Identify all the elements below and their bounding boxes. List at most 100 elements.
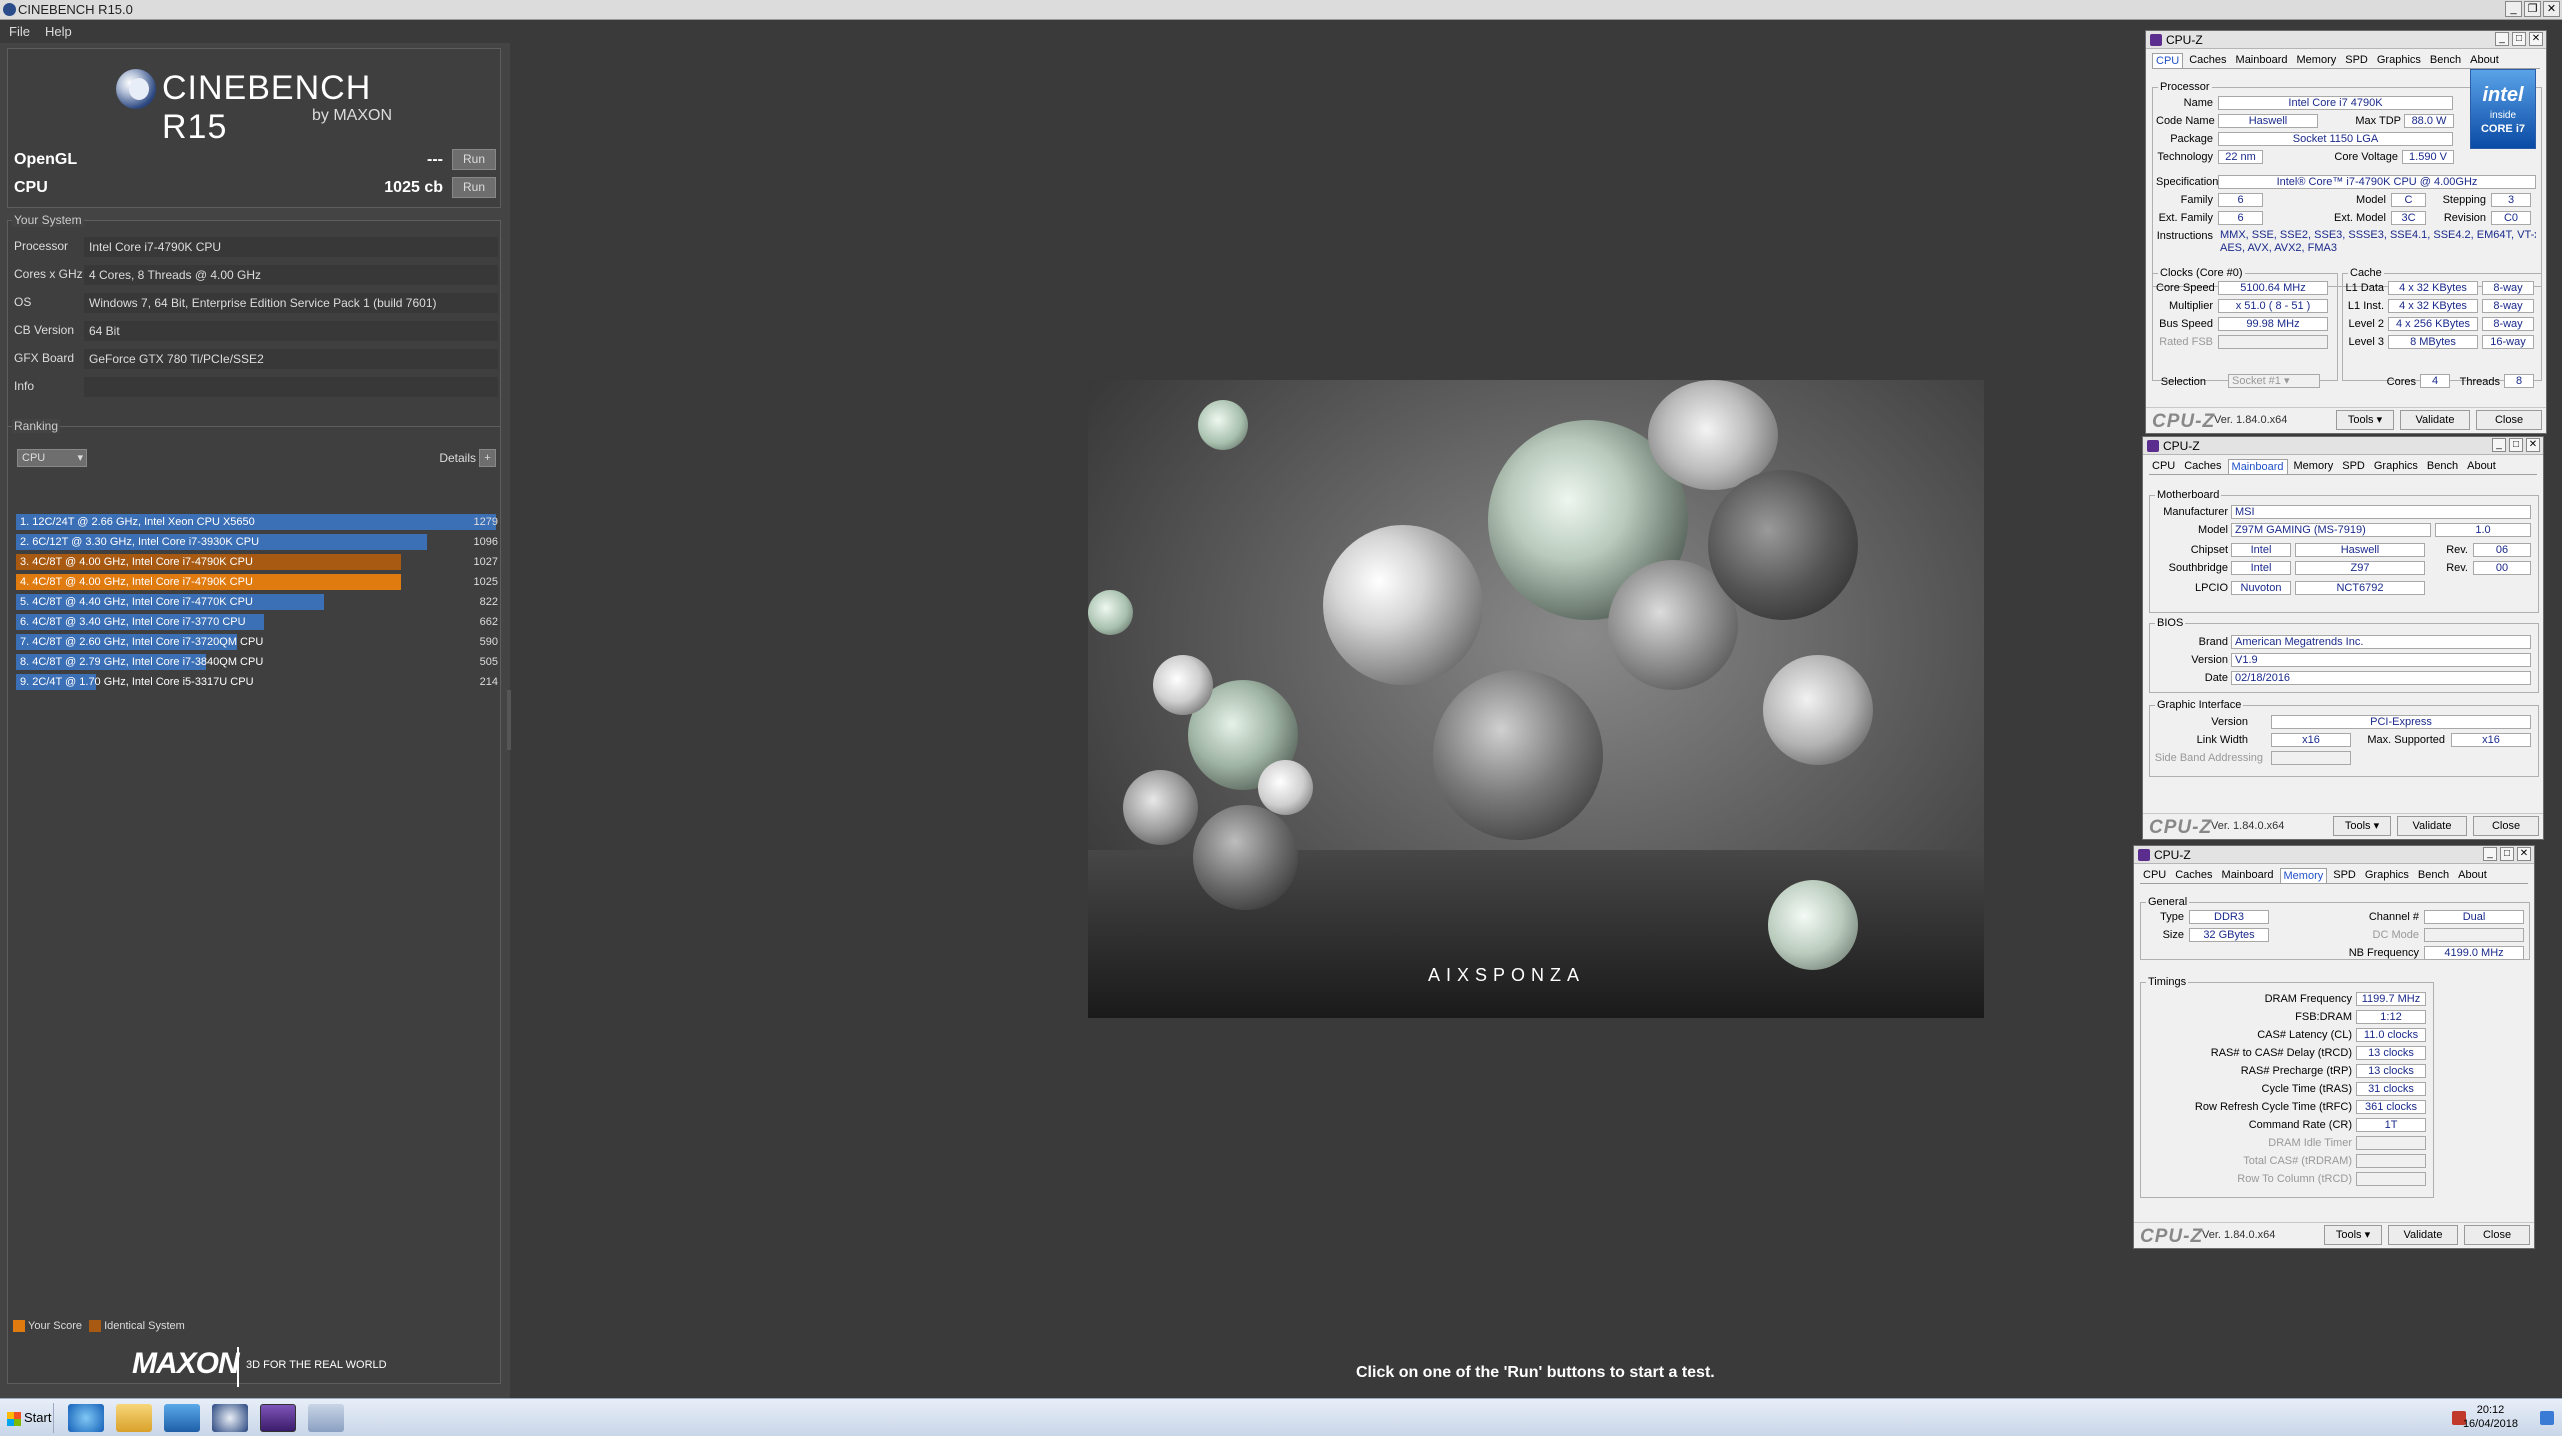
ranking-row[interactable]: 9. 2C/4T @ 1.70 GHz, Intel Core i5-3317U…	[16, 673, 500, 691]
ranking-row[interactable]: 1. 12C/24T @ 2.66 GHz, Intel Xeon CPU X5…	[16, 513, 500, 531]
tab-mainboard[interactable]: Mainboard	[2227, 459, 2288, 474]
tab-caches[interactable]: Caches	[2172, 868, 2215, 883]
close-icon[interactable]: ✕	[2529, 32, 2543, 46]
cpuz-taskbar-icon[interactable]	[260, 1404, 296, 1432]
ranking-row[interactable]: 5. 4C/8T @ 4.40 GHz, Intel Core i7-4770K…	[16, 593, 500, 611]
opengl-run-button[interactable]: Run	[452, 149, 496, 170]
minimize-icon[interactable]: _	[2505, 1, 2522, 17]
maximize-icon[interactable]: □	[2512, 32, 2526, 46]
validate-button[interactable]: Validate	[2388, 1225, 2458, 1245]
tab-graphics[interactable]: Graphics	[2374, 53, 2424, 68]
validate-button[interactable]: Validate	[2400, 410, 2470, 430]
socket-select[interactable]: Socket #1 ▾	[2228, 374, 2320, 388]
tab-caches[interactable]: Caches	[2186, 53, 2229, 68]
side-band-value	[2271, 751, 2351, 765]
rated-fsb-value	[2218, 335, 2328, 349]
cpuz-title: CPU-Z	[2163, 439, 2200, 453]
channel-label: Channel #	[2368, 911, 2419, 923]
tab-about[interactable]: About	[2464, 459, 2499, 474]
cpuz-tabs: CPU Caches Mainboard Memory SPD Graphics Bench…	[2152, 53, 2540, 69]
tab-graphics[interactable]: Graphics	[2371, 459, 2421, 474]
close-icon[interactable]: ✕	[2517, 847, 2531, 861]
tab-bench[interactable]: Bench	[2415, 868, 2452, 883]
tab-cpu[interactable]: CPU	[2140, 868, 2169, 883]
tab-caches[interactable]: Caches	[2181, 459, 2224, 474]
explorer-folder-icon[interactable]	[116, 1404, 152, 1432]
tab-mainboard[interactable]: Mainboard	[2233, 53, 2291, 68]
tab-cpu[interactable]: CPU	[2149, 459, 2178, 474]
system-info-key: OS	[14, 295, 32, 309]
maxon-logo: MAXON 3D FOR THE REAL WORLD	[132, 1345, 432, 1389]
tab-memory[interactable]: Memory	[2279, 868, 2328, 883]
timing-value: 1199.7 MHz	[2356, 992, 2426, 1006]
close-button[interactable]: Close	[2464, 1225, 2530, 1245]
ranking-row[interactable]: 2. 6C/12T @ 3.30 GHz, Intel Core i7-3930…	[16, 533, 500, 551]
internet-explorer-icon[interactable]	[68, 1404, 104, 1432]
intel-brand: intel	[2482, 84, 2524, 106]
tab-mainboard[interactable]: Mainboard	[2219, 868, 2277, 883]
media-player-icon[interactable]	[164, 1404, 200, 1432]
maximize-icon[interactable]: □	[2509, 438, 2523, 452]
minimize-icon[interactable]: _	[2492, 438, 2506, 452]
tab-memory[interactable]: Memory	[2294, 53, 2340, 68]
ranking-row[interactable]: 4. 4C/8T @ 4.00 GHz, Intel Core i7-4790K…	[16, 573, 500, 591]
identical-system-swatch	[89, 1320, 102, 1333]
validate-button[interactable]: Validate	[2397, 816, 2467, 836]
tool-taskbar-icon[interactable]	[308, 1404, 344, 1432]
tab-spd[interactable]: SPD	[2342, 53, 2371, 68]
menu-file[interactable]: File	[9, 24, 30, 39]
timing-value	[2356, 1172, 2426, 1186]
restore-icon[interactable]: ❐	[2524, 1, 2541, 17]
core-voltage-label: Core Voltage	[2334, 151, 2398, 163]
system-info-row: Cores x GHz 4 Cores, 8 Threads @ 4.00 GHz	[14, 263, 498, 285]
tools-button[interactable]: Tools ▾	[2336, 410, 2394, 430]
cpuz-window-mainboard: CPU-Z _ □ ✕ CPU Caches Mainboard Memory SPD Gra…	[2142, 436, 2544, 840]
ranking-row[interactable]: 8. 4C/8T @ 2.79 GHz, Intel Core i7-3840Q…	[16, 653, 500, 671]
tab-about[interactable]: About	[2455, 868, 2490, 883]
tab-spd[interactable]: SPD	[2339, 459, 2368, 474]
tab-spd[interactable]: SPD	[2330, 868, 2359, 883]
tab-bench[interactable]: Bench	[2424, 459, 2461, 474]
ranking-row[interactable]: 6. 4C/8T @ 3.40 GHz, Intel Core i7-3770 …	[16, 613, 500, 631]
start-button[interactable]: Start	[2, 1403, 54, 1433]
clock[interactable]: 20:12 16/04/2018	[2463, 1403, 2518, 1431]
ranking-score: 1096	[473, 536, 498, 548]
tab-about[interactable]: About	[2467, 53, 2502, 68]
tab-memory[interactable]: Memory	[2291, 459, 2337, 474]
panel-splitter-handle[interactable]	[507, 690, 511, 750]
cpu-run-button[interactable]: Run	[452, 177, 496, 198]
maximize-icon[interactable]: □	[2500, 847, 2514, 861]
tab-graphics[interactable]: Graphics	[2362, 868, 2412, 883]
revision-value: C0	[2491, 211, 2531, 225]
minimize-icon[interactable]: _	[2483, 847, 2497, 861]
revision-label: Revision	[2443, 212, 2486, 224]
tools-button[interactable]: Tools ▾	[2324, 1225, 2382, 1245]
ranking-legend: Your Score Identical System	[13, 1319, 185, 1333]
l1-inst-label: L1 Inst.	[2347, 300, 2384, 312]
close-icon[interactable]: ✕	[2526, 438, 2540, 452]
ranking-row[interactable]: 7. 4C/8T @ 2.60 GHz, Intel Core i7-3720Q…	[16, 633, 500, 651]
close-button[interactable]: Close	[2473, 816, 2539, 836]
ranking-type-select[interactable]: CPU	[17, 449, 87, 467]
bios-date-label: Date	[2204, 672, 2228, 684]
codename-label: Code Name	[2156, 115, 2215, 127]
show-desktop-icon[interactable]	[2540, 1411, 2554, 1425]
l1-inst-value: 4 x 32 KBytes	[2388, 299, 2478, 313]
close-button[interactable]: Close	[2476, 410, 2542, 430]
tab-bench[interactable]: Bench	[2427, 53, 2464, 68]
close-icon[interactable]: ✕	[2543, 1, 2560, 17]
ranking-row[interactable]: 3. 4C/8T @ 4.00 GHz, Intel Core i7-4790K…	[16, 553, 500, 571]
details-expand-button[interactable]: +	[479, 449, 496, 467]
ranking-label: 2. 6C/12T @ 3.30 GHz, Intel Core i7-3930…	[20, 536, 260, 548]
cpuz-version: Ver. 1.84.0.x64	[2214, 414, 2288, 426]
tools-button[interactable]: Tools ▾	[2333, 816, 2391, 836]
menu-help[interactable]: Help	[45, 24, 72, 39]
clock-time: 20:12	[2476, 1404, 2505, 1416]
multiplier-value: x 51.0 ( 8 - 51 )	[2218, 299, 2328, 313]
tab-cpu[interactable]: CPU	[2152, 53, 2184, 68]
minimize-icon[interactable]: _	[2495, 32, 2509, 46]
cinebench-taskbar-icon[interactable]	[212, 1404, 248, 1432]
level2-value: 4 x 256 KBytes	[2388, 317, 2478, 331]
maxon-tagline: 3D FOR THE REAL WORLD	[246, 1359, 387, 1371]
legend-identical-system: Identical System	[104, 1320, 185, 1332]
